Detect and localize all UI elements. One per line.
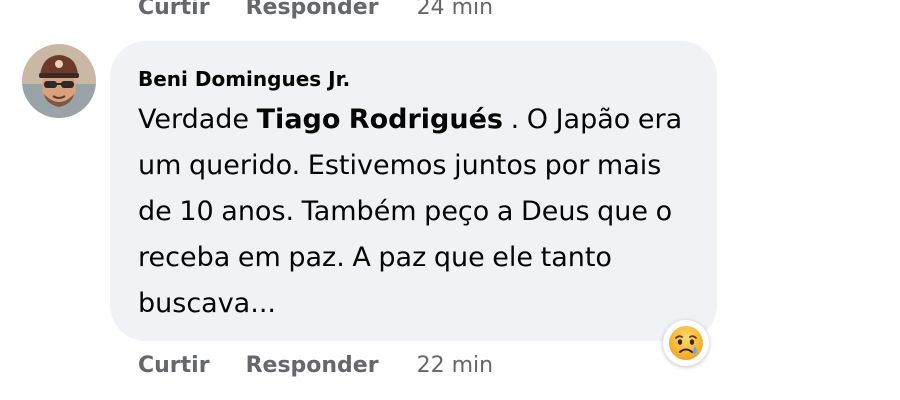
avatar[interactable]: [22, 44, 96, 118]
reply-button[interactable]: Responder: [246, 0, 379, 20]
comment-timestamp[interactable]: 24 min: [417, 0, 493, 20]
comment-text: Verdade Tiago Rodrigués . O Japão era um…: [138, 97, 698, 327]
comment-thread: Curtir Responder 24 min Beni Domingues J…: [0, 0, 900, 400]
comment-timestamp[interactable]: 22 min: [417, 353, 493, 378]
comment-actions: Curtir Responder 22 min: [138, 349, 493, 381]
avatar-photo: [22, 44, 96, 118]
comment-text-start: Verdade: [138, 104, 257, 135]
reaction-badge[interactable]: [663, 320, 709, 366]
comment-bubble: Beni Domingues Jr. Verdade Tiago Rodrigu…: [110, 41, 717, 341]
previous-comment-actions: Curtir Responder 24 min: [138, 0, 493, 22]
like-button[interactable]: Curtir: [138, 0, 210, 20]
comment-author-name[interactable]: Beni Domingues Jr.: [138, 66, 350, 92]
comment-text-rest: . O Japão era um querido. Estivemos junt…: [138, 104, 683, 319]
reply-button[interactable]: Responder: [246, 353, 379, 378]
sad-emoji-icon: [669, 326, 703, 360]
mention-link[interactable]: Tiago Rodrigués: [257, 104, 503, 135]
like-button[interactable]: Curtir: [138, 353, 210, 378]
